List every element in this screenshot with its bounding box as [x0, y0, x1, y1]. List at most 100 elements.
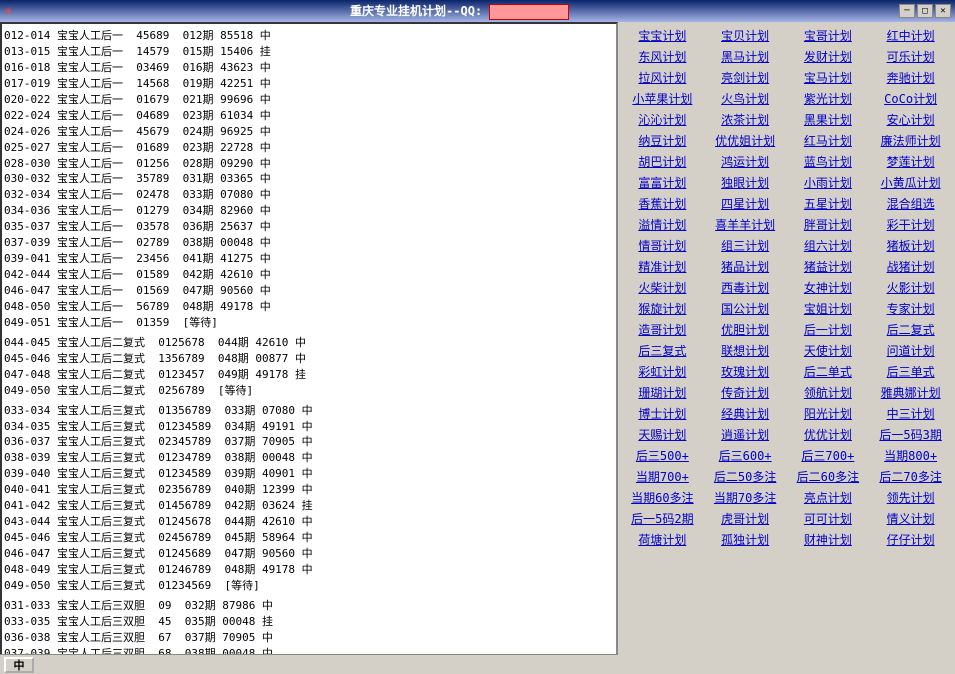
- plan-link[interactable]: 造哥计划: [622, 320, 703, 339]
- plan-link[interactable]: 仔仔计划: [870, 530, 951, 549]
- plan-link[interactable]: 天赐计划: [622, 425, 703, 444]
- plan-link[interactable]: 后二50多注: [705, 467, 786, 486]
- plan-link[interactable]: 后三500+: [622, 446, 703, 465]
- plan-link[interactable]: 情哥计划: [622, 236, 703, 255]
- plan-link[interactable]: 黑马计划: [705, 47, 786, 66]
- plan-link[interactable]: 后一5码2期: [622, 509, 703, 528]
- plan-link[interactable]: 组三计划: [705, 236, 786, 255]
- plan-link[interactable]: 四星计划: [705, 194, 786, 213]
- plan-link[interactable]: 小雨计划: [788, 173, 869, 192]
- plan-link[interactable]: 女神计划: [788, 278, 869, 297]
- plan-link[interactable]: 孤独计划: [705, 530, 786, 549]
- plan-link[interactable]: 小黄瓜计划: [870, 173, 951, 192]
- plan-link[interactable]: 奔驰计划: [870, 68, 951, 87]
- plan-link[interactable]: 纳豆计划: [622, 131, 703, 150]
- plan-link[interactable]: 优优计划: [788, 425, 869, 444]
- plan-link[interactable]: 后二60多注: [788, 467, 869, 486]
- plan-link[interactable]: 珊瑚计划: [622, 383, 703, 402]
- plan-link[interactable]: 紫光计划: [788, 89, 869, 108]
- plan-link[interactable]: 阳光计划: [788, 404, 869, 423]
- plan-link[interactable]: 领先计划: [870, 488, 951, 507]
- plan-link[interactable]: 宝马计划: [788, 68, 869, 87]
- qq-input[interactable]: [489, 4, 569, 20]
- minimize-button[interactable]: ─: [899, 4, 915, 18]
- plan-link[interactable]: 优优姐计划: [705, 131, 786, 150]
- plan-link[interactable]: 后二复式: [870, 320, 951, 339]
- plan-link[interactable]: 蓝鸟计划: [788, 152, 869, 171]
- plan-link[interactable]: 喜羊羊计划: [705, 215, 786, 234]
- plan-link[interactable]: 当期70多注: [705, 488, 786, 507]
- plan-link[interactable]: 后一5码3期: [870, 425, 951, 444]
- plan-link[interactable]: 红中计划: [870, 26, 951, 45]
- plan-link[interactable]: 国公计划: [705, 299, 786, 318]
- plan-link[interactable]: 沁沁计划: [622, 110, 703, 129]
- plan-link[interactable]: 西毒计划: [705, 278, 786, 297]
- plan-link[interactable]: 天使计划: [788, 341, 869, 360]
- plan-link[interactable]: 猪板计划: [870, 236, 951, 255]
- plan-link[interactable]: 后三单式: [870, 362, 951, 381]
- plan-link[interactable]: 梦莲计划: [870, 152, 951, 171]
- plan-link[interactable]: 可可计划: [788, 509, 869, 528]
- plan-link[interactable]: 溢情计划: [622, 215, 703, 234]
- close-button[interactable]: ✕: [935, 4, 951, 18]
- plan-link[interactable]: 香蕉计划: [622, 194, 703, 213]
- plan-link[interactable]: 猪益计划: [788, 257, 869, 276]
- plan-link[interactable]: 后一计划: [788, 320, 869, 339]
- plan-link[interactable]: 专家计划: [870, 299, 951, 318]
- plan-link[interactable]: 联想计划: [705, 341, 786, 360]
- plan-link[interactable]: 中三计划: [870, 404, 951, 423]
- maximize-button[interactable]: □: [917, 4, 933, 18]
- plan-link[interactable]: 猪品计划: [705, 257, 786, 276]
- plan-link[interactable]: 鸿运计划: [705, 152, 786, 171]
- plan-link[interactable]: 博士计划: [622, 404, 703, 423]
- plan-link[interactable]: 浓茶计划: [705, 110, 786, 129]
- plan-link[interactable]: CoCo计划: [870, 89, 951, 108]
- plan-link[interactable]: 火影计划: [870, 278, 951, 297]
- plan-link[interactable]: 独眼计划: [705, 173, 786, 192]
- plan-link[interactable]: 后三600+: [705, 446, 786, 465]
- plan-link[interactable]: 当期700+: [622, 467, 703, 486]
- plan-link[interactable]: 情义计划: [870, 509, 951, 528]
- plan-link[interactable]: 领航计划: [788, 383, 869, 402]
- plan-link[interactable]: 拉风计划: [622, 68, 703, 87]
- plan-link[interactable]: 后三复式: [622, 341, 703, 360]
- plan-link[interactable]: 后二单式: [788, 362, 869, 381]
- plan-link[interactable]: 胡巴计划: [622, 152, 703, 171]
- plan-link[interactable]: 可乐计划: [870, 47, 951, 66]
- plan-link[interactable]: 亮剑计划: [705, 68, 786, 87]
- plan-link[interactable]: 发财计划: [788, 47, 869, 66]
- plan-link[interactable]: 东风计划: [622, 47, 703, 66]
- plan-link[interactable]: 红马计划: [788, 131, 869, 150]
- plan-link[interactable]: 虎哥计划: [705, 509, 786, 528]
- plan-link[interactable]: 黑果计划: [788, 110, 869, 129]
- plan-link[interactable]: 财神计划: [788, 530, 869, 549]
- plan-link[interactable]: 玫瑰计划: [705, 362, 786, 381]
- plan-link[interactable]: 宝姐计划: [788, 299, 869, 318]
- plan-link[interactable]: 宝宝计划: [622, 26, 703, 45]
- plan-link[interactable]: 小苹果计划: [622, 89, 703, 108]
- plan-link[interactable]: 传奇计划: [705, 383, 786, 402]
- plan-link[interactable]: 宝哥计划: [788, 26, 869, 45]
- plan-link[interactable]: 火鸟计划: [705, 89, 786, 108]
- plan-link[interactable]: 富富计划: [622, 173, 703, 192]
- plan-link[interactable]: 战猪计划: [870, 257, 951, 276]
- plan-link[interactable]: 后二70多注: [870, 467, 951, 486]
- plan-link[interactable]: 当期60多注: [622, 488, 703, 507]
- plan-link[interactable]: 宝贝计划: [705, 26, 786, 45]
- plan-link[interactable]: 五星计划: [788, 194, 869, 213]
- plan-link[interactable]: 问道计划: [870, 341, 951, 360]
- plan-link[interactable]: 精准计划: [622, 257, 703, 276]
- plan-link[interactable]: 彩虹计划: [622, 362, 703, 381]
- plan-link[interactable]: 雅典娜计划: [870, 383, 951, 402]
- plan-link[interactable]: 混合组选: [870, 194, 951, 213]
- left-panel[interactable]: 012-014 宝宝人工后一 45689 012期 85518 中013-015…: [0, 22, 618, 674]
- plan-link[interactable]: 当期800+: [870, 446, 951, 465]
- plan-link[interactable]: 猴旋计划: [622, 299, 703, 318]
- plan-link[interactable]: 廉法师计划: [870, 131, 951, 150]
- plan-link[interactable]: 后三700+: [788, 446, 869, 465]
- plan-link[interactable]: 彩干计划: [870, 215, 951, 234]
- plan-link[interactable]: 火柴计划: [622, 278, 703, 297]
- plan-link[interactable]: 胖哥计划: [788, 215, 869, 234]
- plan-link[interactable]: 优胆计划: [705, 320, 786, 339]
- plan-link[interactable]: 荷塘计划: [622, 530, 703, 549]
